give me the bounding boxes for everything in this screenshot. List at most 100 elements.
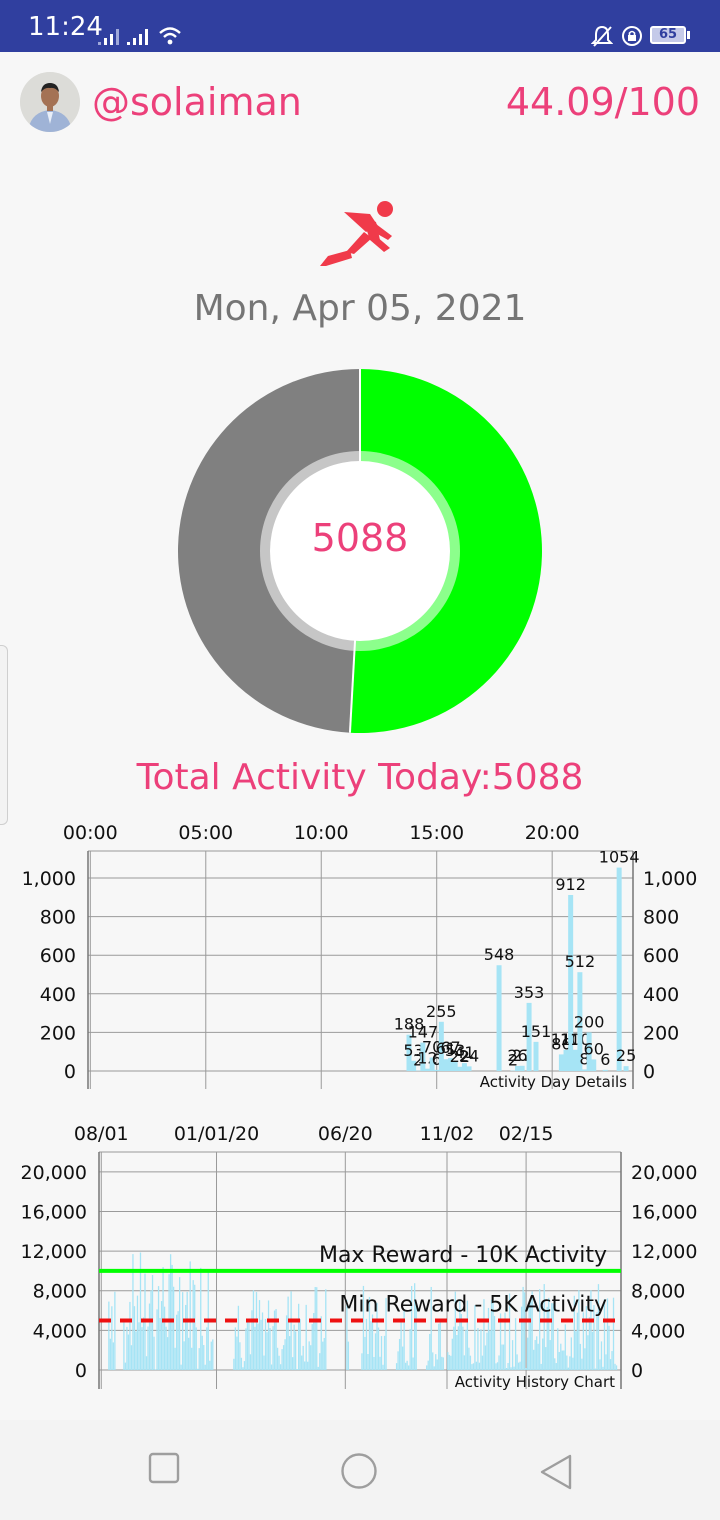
history-bar — [126, 1326, 128, 1370]
history-bar — [255, 1292, 258, 1370]
history-bar — [401, 1346, 404, 1370]
username[interactable]: @solaiman — [92, 80, 302, 124]
history-bar — [195, 1327, 197, 1370]
history-bar — [364, 1336, 366, 1370]
history-bar — [245, 1328, 247, 1370]
score-label: 44.09/100 — [505, 80, 700, 124]
history-bar — [142, 1317, 145, 1370]
history-bar — [307, 1361, 309, 1370]
bar-value-label: 548 — [484, 945, 515, 964]
history-bar — [304, 1361, 306, 1370]
history-bar — [266, 1332, 268, 1370]
chart-corner-label: Activity History Chart — [455, 1373, 615, 1391]
history-bar — [486, 1332, 488, 1370]
history-bar — [584, 1348, 586, 1370]
history-bar — [438, 1323, 440, 1370]
y-tick-label-right: 16,000 — [631, 1201, 697, 1223]
history-bar — [212, 1339, 214, 1370]
bar — [558, 1054, 564, 1071]
history-bar — [594, 1368, 597, 1370]
battery-icon: 65 — [650, 26, 686, 44]
history-bar — [564, 1324, 566, 1370]
history-bar — [480, 1329, 482, 1370]
bar-value-label: 200 — [574, 1012, 605, 1031]
bar — [582, 1069, 588, 1071]
y-tick-label-right: 20,000 — [631, 1162, 697, 1184]
history-bar — [293, 1324, 295, 1370]
bar-value-label: 24 — [459, 1046, 479, 1065]
history-bar — [409, 1328, 411, 1370]
history-bar — [505, 1368, 508, 1370]
bar — [424, 1068, 430, 1071]
bar — [533, 1041, 539, 1071]
edge-panel-handle[interactable] — [0, 645, 8, 825]
history-bar — [258, 1300, 261, 1370]
avatar[interactable] — [20, 72, 80, 132]
history-bar — [517, 1362, 520, 1370]
history-bar — [570, 1337, 572, 1370]
status-bar: 11:24 65 — [0, 0, 720, 52]
total-activity-label: Total Activity Today:5088 — [136, 757, 584, 798]
history-bar — [555, 1363, 557, 1370]
history-bar — [463, 1355, 466, 1370]
history-bar — [442, 1357, 444, 1370]
history-bar — [185, 1304, 187, 1370]
history-bar — [151, 1274, 154, 1370]
history-bar — [404, 1362, 407, 1370]
history-bar — [475, 1361, 478, 1370]
x-tick-label: 02/15 — [499, 1123, 554, 1145]
history-bar — [370, 1321, 372, 1370]
bar — [466, 1066, 472, 1071]
bell-muted-icon — [591, 25, 613, 47]
history-bar — [288, 1336, 291, 1370]
history-bar — [296, 1369, 298, 1370]
navigation-bar — [0, 1420, 720, 1520]
back-button[interactable] — [538, 1454, 574, 1490]
history-bar — [133, 1306, 136, 1370]
history-bar — [609, 1359, 612, 1370]
bar-value-label: 151 — [521, 1022, 552, 1041]
history-bar — [457, 1326, 459, 1370]
history-bar — [400, 1321, 402, 1370]
history-bar — [599, 1359, 601, 1370]
history-bar — [545, 1347, 547, 1370]
history-bar — [108, 1301, 110, 1370]
history-bar — [576, 1312, 579, 1370]
history-bar — [367, 1353, 369, 1370]
history-bar — [501, 1344, 503, 1370]
history-bar — [468, 1347, 470, 1370]
history-bar — [311, 1324, 313, 1370]
history-bar — [109, 1338, 111, 1370]
history-bar — [186, 1291, 188, 1370]
recent-apps-button[interactable] — [148, 1452, 180, 1484]
history-bar — [507, 1363, 509, 1370]
history-bar — [427, 1360, 429, 1370]
history-bar — [203, 1345, 205, 1370]
history-bar — [317, 1366, 319, 1370]
history-bar — [322, 1341, 324, 1370]
history-bar — [516, 1354, 518, 1370]
bar — [591, 1059, 597, 1071]
bar-value-label: 512 — [565, 952, 596, 971]
history-bar — [281, 1349, 283, 1370]
history-bar — [249, 1354, 252, 1370]
history-bar — [383, 1335, 386, 1370]
signal-icon-1 — [98, 29, 119, 45]
y-tick-label-left: 0 — [64, 1061, 76, 1083]
history-bar — [569, 1356, 571, 1370]
history-bar — [365, 1318, 368, 1370]
x-tick-label: 20:00 — [525, 822, 580, 844]
history-bar — [448, 1354, 450, 1370]
home-button[interactable] — [340, 1452, 378, 1490]
history-bar — [148, 1303, 151, 1370]
history-bar — [477, 1328, 479, 1370]
history-bar — [269, 1327, 271, 1370]
history-bar — [566, 1355, 568, 1370]
y-tick-label-left: 4,000 — [33, 1320, 87, 1342]
history-bar — [549, 1340, 551, 1370]
history-bar — [600, 1341, 603, 1370]
history-bar — [156, 1309, 158, 1370]
history-bar — [290, 1291, 292, 1370]
y-tick-label-right: 400 — [643, 984, 679, 1006]
history-bar — [298, 1303, 300, 1370]
